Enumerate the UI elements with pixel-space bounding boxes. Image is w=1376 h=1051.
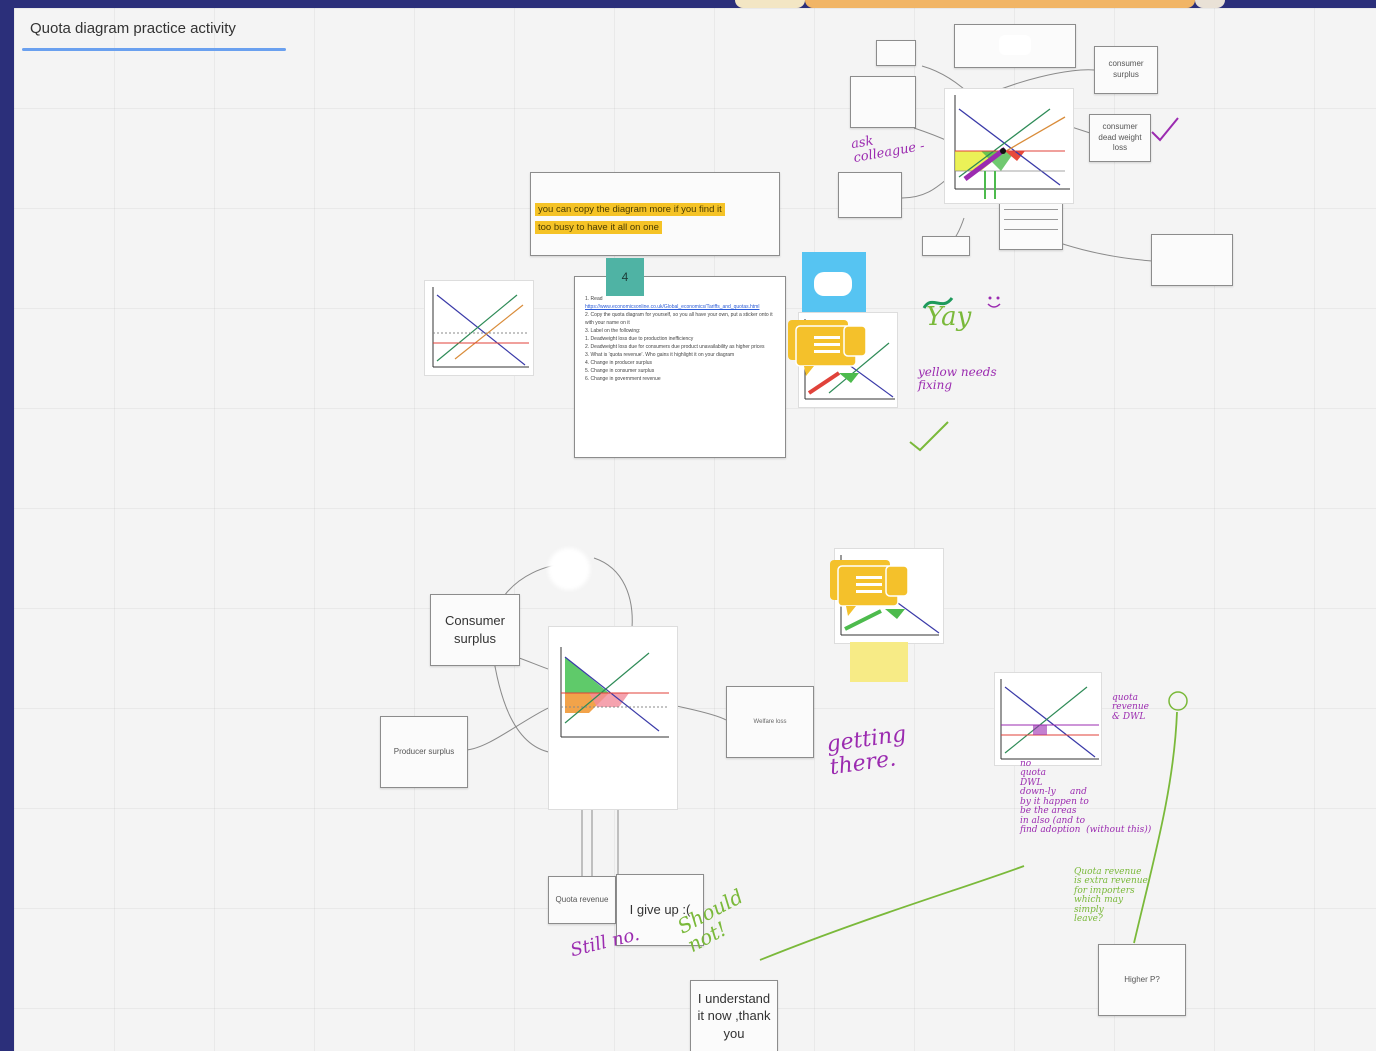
smiley-icon	[987, 296, 1001, 308]
welfare-loss-label[interactable]: Welfare loss	[726, 686, 814, 758]
understand-note[interactable]: I understand it now ,thank you	[690, 980, 778, 1051]
hint-note-text: you can copy the diagram more if you fin…	[535, 199, 725, 235]
quota-revenue-label[interactable]: Quota revenue	[548, 876, 616, 924]
label-box-left[interactable]	[838, 172, 902, 218]
label-box-small[interactable]	[922, 236, 970, 256]
handwriting-yellow-needs-fixing: yellow needs fixing	[918, 365, 997, 392]
label-box-striped[interactable]	[999, 198, 1063, 250]
yellow-sticky-note[interactable]	[850, 642, 908, 682]
checkmark-icon-green	[909, 421, 949, 452]
top-bar	[0, 0, 1376, 8]
instructions-text: 1. Read https://www.economicsonline.co.u…	[585, 296, 773, 382]
comment-stack-icon-2[interactable]	[826, 556, 918, 618]
whiteboard-canvas[interactable]: Quota diagram practice activity consumer…	[14, 8, 1376, 1051]
label-box-top-wide[interactable]	[954, 24, 1076, 68]
toolbar-chip-right[interactable]	[1195, 0, 1225, 8]
quota-diagram-left[interactable]	[424, 280, 534, 376]
quota-diagram-top[interactable]	[944, 88, 1074, 204]
quota-diagram-bottom-right[interactable]	[994, 672, 1102, 766]
teal-scribble	[922, 296, 954, 309]
instructions-tag[interactable]: 4	[606, 258, 644, 296]
toolbar-chip-left[interactable]	[735, 0, 805, 8]
consumer-surplus-label[interactable]: Consumer surplus	[430, 594, 520, 666]
app-frame: Quota diagram practice activity consumer…	[0, 0, 1376, 1051]
consumer-dwl-box[interactable]: consumer dead weight loss	[1089, 114, 1151, 162]
hint-note[interactable]: you can copy the diagram more if you fin…	[530, 172, 780, 256]
empty-label-box[interactable]	[850, 76, 916, 128]
quota-diagram-bottom[interactable]	[548, 626, 678, 810]
comment-stack-icon[interactable]	[784, 316, 876, 378]
label-box-top-left[interactable]	[876, 40, 916, 66]
handwriting-green-notes: Quota revenue is extra revenue for impor…	[1074, 867, 1148, 925]
producer-surplus-label[interactable]: Producer surplus	[380, 716, 468, 788]
blue-sticky-note[interactable]	[802, 252, 866, 318]
blank-sticker-bottom	[548, 548, 590, 590]
blank-sticker	[999, 35, 1031, 55]
checkmark-icon	[1151, 117, 1179, 142]
circled-mark	[1168, 691, 1188, 711]
consumer-surplus-box[interactable]: consumer surplus	[1094, 46, 1158, 94]
toolbar-chip-center[interactable]	[805, 0, 1195, 8]
higher-p-note[interactable]: Higher P?	[1098, 944, 1186, 1016]
handwriting-quota-revenue-dwl: quota revenue & DWL	[1112, 693, 1149, 722]
handwriting-purple-notes: no quota DWL down-ly and by it happen to…	[1020, 759, 1152, 836]
instructions-card[interactable]: 1. Read https://www.economicsonline.co.u…	[574, 276, 786, 458]
label-box-right[interactable]	[1151, 234, 1233, 286]
